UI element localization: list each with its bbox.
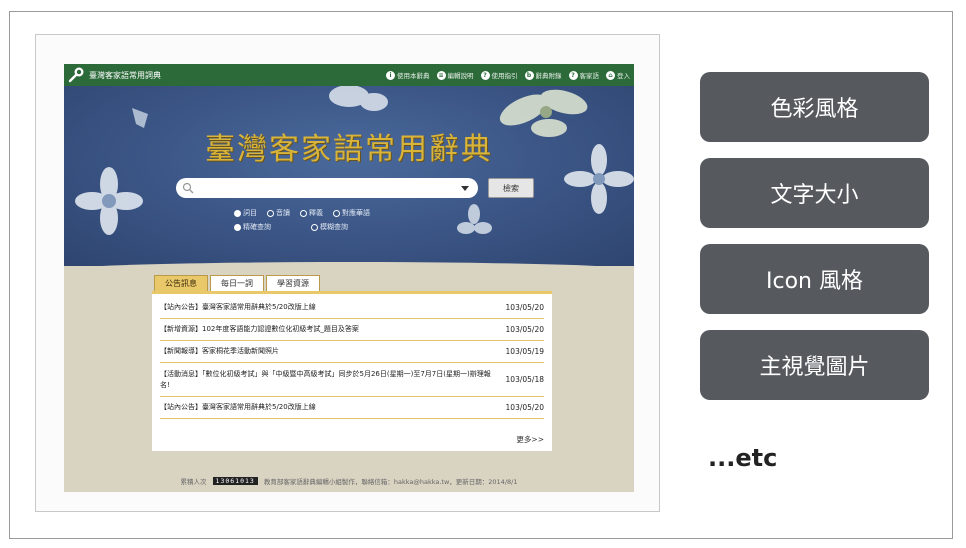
chevron-down-icon[interactable] — [460, 183, 470, 193]
option-definition[interactable]: 釋義 — [300, 208, 323, 218]
option-label: 模糊查詢 — [320, 223, 348, 231]
nav-label: 客家語 — [579, 72, 600, 80]
radio-icon — [234, 209, 241, 217]
slide: 臺灣客家語常用詞典 i 使用本辭典 ≡ 編輯說明 ? 使用指引 b 辭典附錄 ? 客家語 … — [0, 0, 966, 548]
news-date: 103/05/20 — [505, 325, 544, 334]
option-fuzzy[interactable]: 模糊查詢 — [311, 222, 348, 232]
list-icon: ≡ — [436, 70, 446, 80]
news-date: 103/05/19 — [505, 347, 544, 356]
search-input[interactable] — [194, 180, 460, 196]
nav-label: 辭典附錄 — [535, 72, 562, 80]
news-item[interactable]: 【站內公告】臺灣客家語常用辭典於5/20改版上線 103/05/20 — [160, 297, 544, 319]
news-title[interactable]: 【新增資源】102年度客語能力認證數位化初級考試_題目及答案 — [160, 324, 494, 335]
nav-label: 登入 — [617, 72, 630, 80]
news-date: 103/05/18 — [505, 375, 544, 384]
news-tabs: 公告訊息 每日一詞 學習資源 — [154, 275, 320, 291]
option-exact[interactable]: 精確查詢 — [234, 222, 271, 232]
nav-label: 使用指引 — [491, 72, 518, 80]
tab-daily-word[interactable]: 每日一詞 — [210, 275, 264, 291]
search-button[interactable]: 檢索 — [488, 178, 534, 198]
news-date: 103/05/20 — [505, 303, 544, 312]
search-options: 詞目 音讀 釋義 對應華語 精確查詢 模糊查詢 — [234, 208, 370, 236]
nav-item-editorial[interactable]: ≡ 編輯說明 — [436, 70, 474, 80]
top-nav: i 使用本辭典 ≡ 編輯說明 ? 使用指引 b 辭典附錄 ? 客家語 ⌂ 登入 — [386, 70, 630, 80]
radio-icon — [234, 223, 241, 231]
nav-item-hakka[interactable]: ? 客家語 — [568, 70, 600, 80]
book-icon: b — [524, 70, 534, 80]
chat-icon: ? — [568, 70, 578, 80]
news-title[interactable]: 【新聞報導】客家桐花季活動新聞照片 — [160, 346, 494, 357]
radio-icon — [300, 209, 307, 217]
radio-icon — [333, 209, 340, 217]
logo-icon[interactable] — [68, 66, 86, 84]
search-box — [176, 178, 478, 198]
content-area: 公告訊息 每日一詞 學習資源 【站內公告】臺灣客家語常用辭典於5/20改版上線 1… — [64, 262, 634, 492]
option-label: 釋義 — [309, 209, 323, 217]
option-label: 詞目 — [243, 209, 257, 217]
tab-announcements[interactable]: 公告訊息 — [154, 275, 208, 291]
nav-label: 使用本辭典 — [397, 72, 430, 80]
nav-item-login[interactable]: ⌂ 登入 — [606, 70, 630, 80]
user-icon: ⌂ — [606, 70, 615, 80]
card-color-style: 色彩風格 — [700, 72, 929, 142]
site-title: 臺灣客家語常用辭典 — [205, 132, 493, 167]
radio-icon — [267, 209, 274, 217]
card-key-visual: 主視覺圖片 — [700, 330, 929, 400]
website-screenshot: 臺灣客家語常用詞典 i 使用本辭典 ≡ 編輯說明 ? 使用指引 b 辭典附錄 ? 客家語 … — [64, 64, 634, 492]
option-label: 精確查詢 — [243, 223, 271, 231]
tung-blossom-image — [457, 204, 492, 234]
footer: 累積人次 13061013 教育部客家語辭典編輯小組製作，聯絡信箱：hakka@… — [64, 476, 634, 486]
news-title[interactable]: 【活動消息】「數位化初級考試」與「中級暨中高級考試」同步於5月26日(星期一)至… — [160, 369, 494, 391]
card-icon-style: Icon 風格 — [700, 244, 929, 314]
nav-item-guide[interactable]: i 使用本辭典 — [386, 70, 430, 80]
info-icon: i — [386, 70, 395, 80]
visitor-counter: 13061013 — [212, 477, 258, 485]
more-link[interactable]: 更多>> — [516, 434, 544, 445]
news-item[interactable]: 【新增資源】102年度客語能力認證數位化初級考試_題目及答案 103/05/20 — [160, 319, 544, 341]
option-headword[interactable]: 詞目 — [234, 208, 257, 218]
news-panel: 【站內公告】臺灣客家語常用辭典於5/20改版上線 103/05/20 【新增資源】… — [152, 291, 552, 451]
news-item[interactable]: 【站內公告】臺灣客家語常用辭典於5/20改版上線 103/05/20 — [160, 397, 544, 419]
option-label: 對應華語 — [342, 209, 370, 217]
news-date: 103/05/20 — [505, 403, 544, 412]
news-title[interactable]: 【站內公告】臺灣客家語常用辭典於5/20改版上線 — [160, 302, 494, 313]
tab-learning-resources[interactable]: 學習資源 — [266, 275, 320, 291]
help-icon: ? — [480, 70, 490, 80]
news-item[interactable]: 【新聞報導】客家桐花季活動新聞照片 103/05/19 — [160, 341, 544, 363]
top-bar: 臺灣客家語常用詞典 i 使用本辭典 ≡ 編輯說明 ? 使用指引 b 辭典附錄 ? 客家語 … — [64, 64, 634, 86]
news-item[interactable]: 【活動消息】「數位化初級考試」與「中級暨中高級考試」同步於5月26日(星期一)至… — [160, 363, 544, 397]
tung-blossom-image — [329, 86, 388, 111]
radio-icon — [311, 223, 318, 231]
nav-item-appendix[interactable]: b 辭典附錄 — [524, 70, 562, 80]
footer-credit: 教育部客家語辭典編輯小組製作，聯絡信箱：hakka@hakka.tw，更新日期：… — [263, 478, 518, 486]
nav-item-help[interactable]: ? 使用指引 — [480, 70, 518, 80]
option-pronunciation[interactable]: 音讀 — [267, 208, 290, 218]
site-name[interactable]: 臺灣客家語常用詞典 — [89, 70, 161, 81]
hero-banner: 臺灣客家語常用辭典 檢索 詞目 音讀 釋義 對應華語 精確查詢 模糊查詢 — [64, 86, 634, 266]
card-font-size: 文字大小 — [700, 158, 929, 228]
nav-label: 編輯說明 — [447, 72, 474, 80]
tung-blossom-image — [75, 167, 143, 235]
visitors-label: 累積人次 — [180, 478, 207, 486]
option-label: 音讀 — [276, 209, 290, 217]
news-title[interactable]: 【站內公告】臺灣客家語常用辭典於5/20改版上線 — [160, 402, 494, 413]
etc-label: ...etc — [708, 444, 778, 472]
option-mandarin[interactable]: 對應華語 — [333, 208, 370, 218]
search-icon — [182, 182, 194, 194]
